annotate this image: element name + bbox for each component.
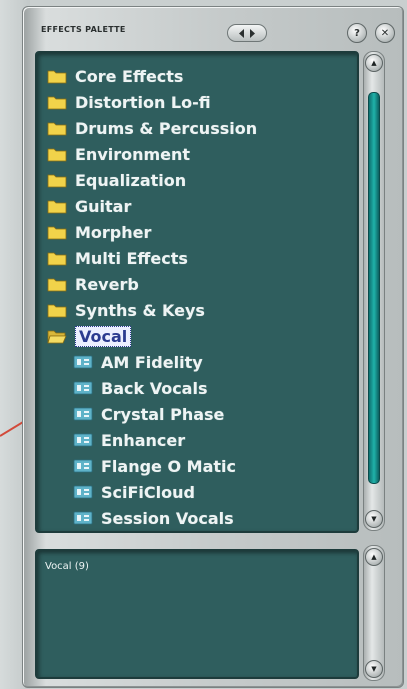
effect-label: Session Vocals bbox=[101, 508, 234, 528]
scroll-up-button[interactable]: ▲ bbox=[365, 54, 383, 72]
folder-icon bbox=[47, 146, 67, 162]
folder-label: Reverb bbox=[75, 274, 139, 294]
folder-item[interactable]: Distortion Lo-fi bbox=[47, 89, 347, 115]
tree-scrollbar[interactable]: ▲ ▼ bbox=[363, 51, 385, 531]
folder-item[interactable]: Morpher bbox=[47, 219, 347, 245]
folder-icon bbox=[47, 302, 67, 318]
effects-tree-panel: Core Effects Distortion Lo-fi Drums & Perc… bbox=[35, 51, 359, 533]
folder-label: Guitar bbox=[75, 196, 132, 216]
folder-item[interactable]: Drums & Percussion bbox=[47, 115, 347, 141]
window-title: EFFECTS PALETTE bbox=[41, 25, 126, 34]
folder-icon bbox=[47, 276, 67, 292]
folder-label: Environment bbox=[75, 144, 191, 164]
double-arrow-icon bbox=[239, 28, 255, 38]
folder-label: Morpher bbox=[75, 222, 152, 242]
collapse-toggle-button[interactable] bbox=[227, 24, 267, 42]
info-scroll-up-button[interactable]: ▲ bbox=[365, 548, 383, 566]
scroll-down-button[interactable]: ▼ bbox=[365, 510, 383, 528]
folder-item[interactable]: Multi Effects bbox=[47, 245, 347, 271]
folder-item[interactable]: Reverb bbox=[47, 271, 347, 297]
effect-label: SciFiCloud bbox=[101, 482, 195, 502]
folder-item[interactable]: Guitar bbox=[47, 193, 347, 219]
folder-label: Drums & Percussion bbox=[75, 118, 258, 138]
effect-item[interactable]: SciFiCloud bbox=[47, 479, 347, 505]
info-scroll-down-button[interactable]: ▼ bbox=[365, 660, 383, 678]
folder-icon bbox=[47, 120, 67, 136]
folder-item[interactable]: Equalization bbox=[47, 167, 347, 193]
effect-label: AM Fidelity bbox=[101, 352, 203, 372]
effect-plugin-icon bbox=[73, 406, 93, 422]
effect-item[interactable]: Back Vocals bbox=[47, 375, 347, 401]
effect-item[interactable]: Enhancer bbox=[47, 427, 347, 453]
folder-label: Vocal bbox=[75, 325, 132, 347]
folder-item[interactable]: Environment bbox=[47, 141, 347, 167]
effect-label: Crystal Phase bbox=[101, 404, 225, 424]
effect-item[interactable]: Session Vocals bbox=[47, 505, 347, 531]
effect-plugin-icon bbox=[73, 458, 93, 474]
folder-label: Distortion Lo-fi bbox=[75, 92, 211, 112]
folder-item[interactable]: Core Effects bbox=[47, 63, 347, 89]
effect-plugin-icon bbox=[73, 510, 93, 526]
folder-icon bbox=[47, 172, 67, 188]
info-text: Vocal (9) bbox=[45, 561, 89, 572]
effect-plugin-icon bbox=[73, 354, 93, 370]
folder-label: Synths & Keys bbox=[75, 300, 205, 320]
effect-plugin-icon bbox=[73, 380, 93, 396]
folder-icon bbox=[47, 198, 67, 214]
info-panel: Vocal (9) bbox=[35, 549, 359, 679]
effect-plugin-icon bbox=[73, 484, 93, 500]
folder-item[interactable]: Vocal bbox=[47, 323, 347, 349]
effect-item[interactable]: Crystal Phase bbox=[47, 401, 347, 427]
scroll-thumb[interactable] bbox=[368, 92, 380, 484]
folder-label: Core Effects bbox=[75, 66, 184, 86]
folder-item[interactable]: Synths & Keys bbox=[47, 297, 347, 323]
folder-open-icon bbox=[47, 328, 67, 344]
effect-item[interactable]: AM Fidelity bbox=[47, 349, 347, 375]
folder-label: Equalization bbox=[75, 170, 187, 190]
effect-plugin-icon bbox=[73, 432, 93, 448]
effect-item[interactable]: Flange O Matic bbox=[47, 453, 347, 479]
effect-label: Enhancer bbox=[101, 430, 186, 450]
folder-icon bbox=[47, 224, 67, 240]
folder-icon bbox=[47, 68, 67, 84]
folder-icon bbox=[47, 250, 67, 266]
effect-label: Back Vocals bbox=[101, 378, 208, 398]
folder-label: Multi Effects bbox=[75, 248, 188, 268]
close-icon[interactable]: ✕ bbox=[375, 23, 395, 43]
effects-tree: Core Effects Distortion Lo-fi Drums & Perc… bbox=[47, 63, 347, 531]
info-scrollbar[interactable]: ▲ ▼ bbox=[363, 545, 385, 681]
folder-icon bbox=[47, 94, 67, 110]
effect-label: Flange O Matic bbox=[101, 456, 236, 476]
help-icon[interactable]: ? bbox=[347, 23, 367, 43]
titlebar: EFFECTS PALETTE ? ✕ bbox=[31, 15, 395, 45]
effects-palette-window: EFFECTS PALETTE ? ✕ Core Effects Distorti… bbox=[22, 6, 404, 688]
